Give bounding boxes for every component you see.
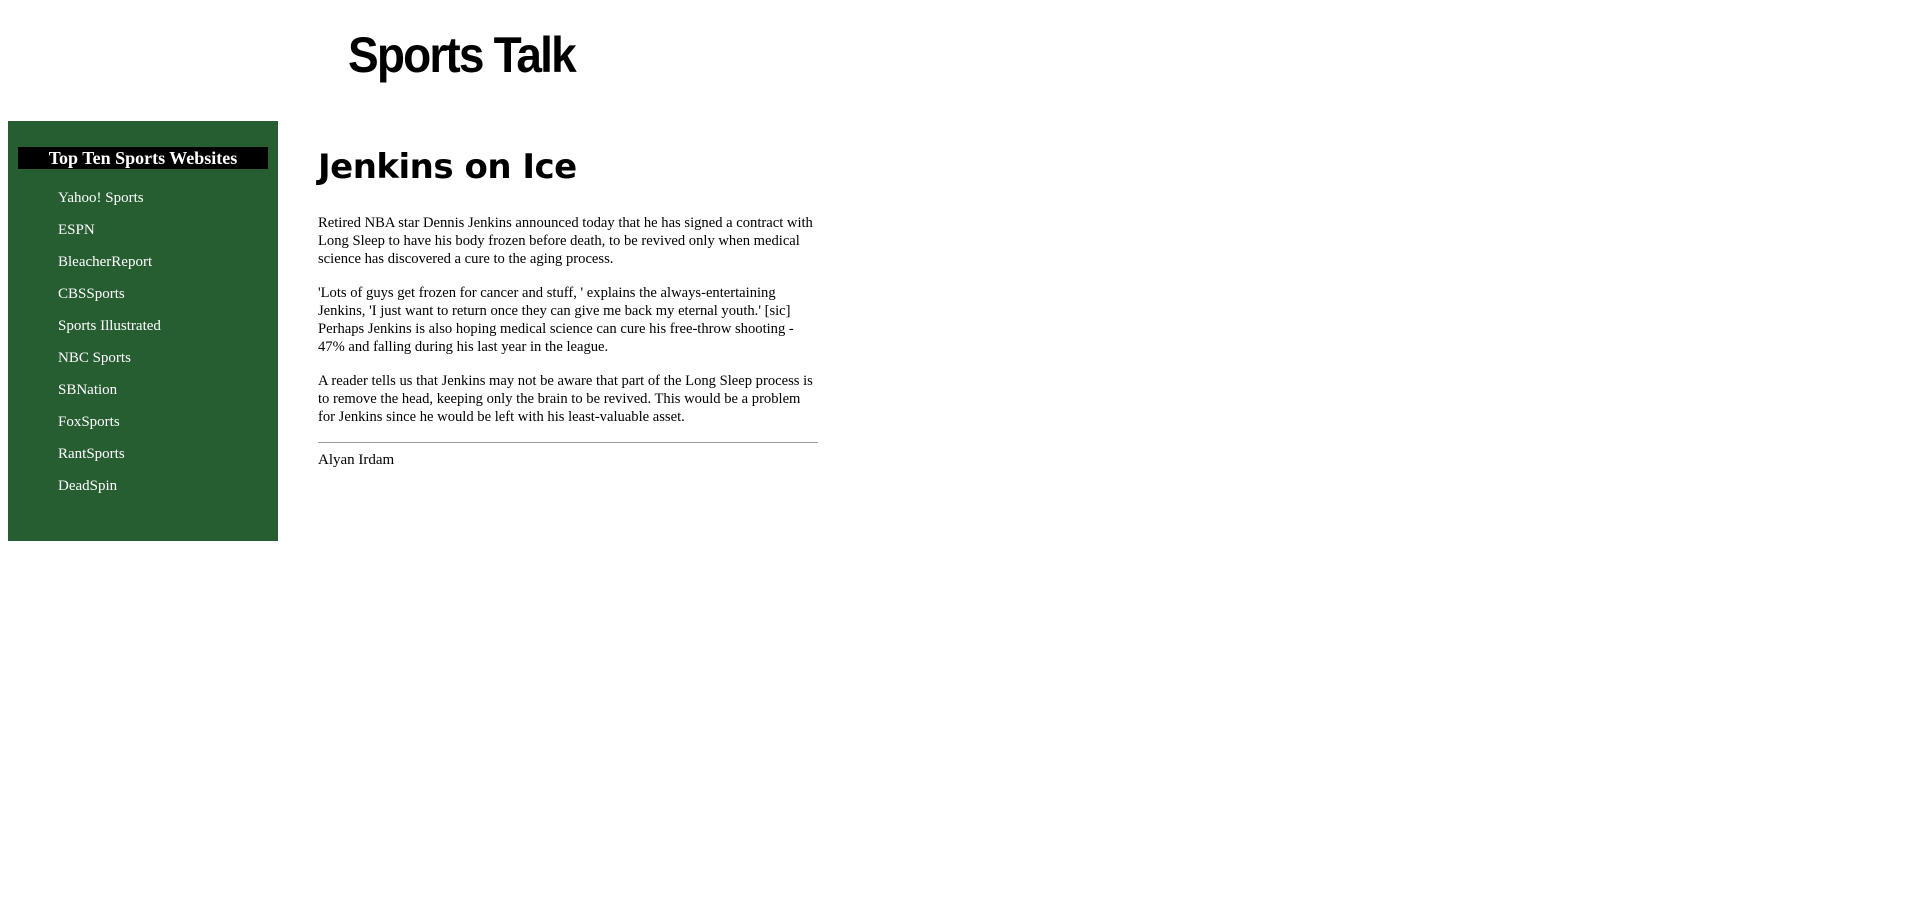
sidebar-title: Top Ten Sports Websites [18,147,268,169]
sidebar-link-list: Yahoo! Sports ESPN BleacherReport CBSSpo… [58,189,161,509]
article-byline: Alyan Irdam [318,451,395,468]
list-item: ESPN [58,221,161,253]
sidebar-link-sbnation[interactable]: SBNation [58,382,117,398]
sidebar-link-sports-illustrated[interactable]: Sports Illustrated [58,318,161,334]
list-item: FoxSports [58,413,161,445]
list-item: DeadSpin [58,477,161,509]
list-item: Sports Illustrated [58,317,161,349]
sidebar-link-foxsports[interactable]: FoxSports [58,414,120,430]
list-item: BleacherReport [58,253,161,285]
sidebar-link-rantsports[interactable]: RantSports [58,446,125,462]
sidebar-link-yahoo-sports[interactable]: Yahoo! Sports [58,190,144,206]
divider [318,441,818,443]
sidebar-link-nbc-sports[interactable]: NBC Sports [58,350,131,366]
list-item: Yahoo! Sports [58,189,161,221]
sidebar-link-cbssports[interactable]: CBSSports [58,286,125,302]
list-item: NBC Sports [58,349,161,381]
list-item: CBSSports [58,285,161,317]
sidebar-link-deadspin[interactable]: DeadSpin [58,478,117,494]
article: Jenkins on Ice Retired NBA star Dennis J… [318,147,818,469]
list-item: SBNation [58,381,161,413]
article-title: Jenkins on Ice [318,147,577,187]
article-paragraph: 'Lots of guys get frozen for cancer and … [318,284,794,355]
sidebar-link-espn[interactable]: ESPN [58,222,95,238]
site-logo: Sports Talk [348,27,577,83]
sidebar: Top Ten Sports Websites Yahoo! Sports ES… [8,121,278,541]
article-paragraph: Retired NBA star Dennis Jenkins announce… [318,214,813,267]
sidebar-link-bleacherreport[interactable]: BleacherReport [58,254,152,270]
list-item: RantSports [58,445,161,477]
article-paragraph: A reader tells us that Jenkins may not b… [318,372,813,425]
